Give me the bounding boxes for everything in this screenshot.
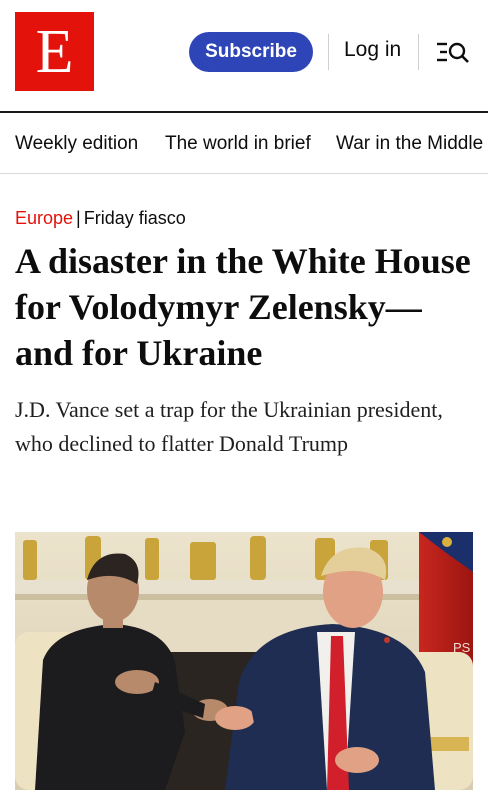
header-divider: [328, 34, 329, 70]
article-rubric: Europe | Friday fiasco: [15, 208, 186, 229]
nav-item-world-in-brief[interactable]: The world in brief: [165, 133, 311, 155]
nav-item-weekly-edition[interactable]: Weekly edition: [15, 133, 138, 155]
logo-letter: E: [35, 17, 74, 86]
subscribe-button[interactable]: Subscribe: [189, 32, 313, 72]
section-link[interactable]: Europe: [15, 208, 73, 228]
economist-logo[interactable]: E: [15, 12, 94, 91]
nav-rule: [0, 173, 488, 174]
article-standfirst: J.D. Vance set a trap for the Ukrainian …: [15, 397, 443, 456]
photo-illustration: PS: [15, 532, 473, 790]
section-nav: Weekly edition The world in brief War in…: [0, 113, 488, 173]
flytitle: Friday fiasco: [83, 208, 186, 228]
menu-search-icon[interactable]: [436, 40, 470, 66]
article-photo: PS: [15, 532, 473, 790]
header-divider: [418, 34, 419, 70]
article-headline: A disaster in the White House for Volody…: [15, 241, 471, 373]
nav-item-war-middle-east[interactable]: War in the Middle: [336, 133, 483, 155]
site-header: E Subscribe Log in: [0, 0, 488, 112]
rubric-separator: |: [76, 208, 81, 228]
login-link[interactable]: Log in: [344, 38, 401, 62]
